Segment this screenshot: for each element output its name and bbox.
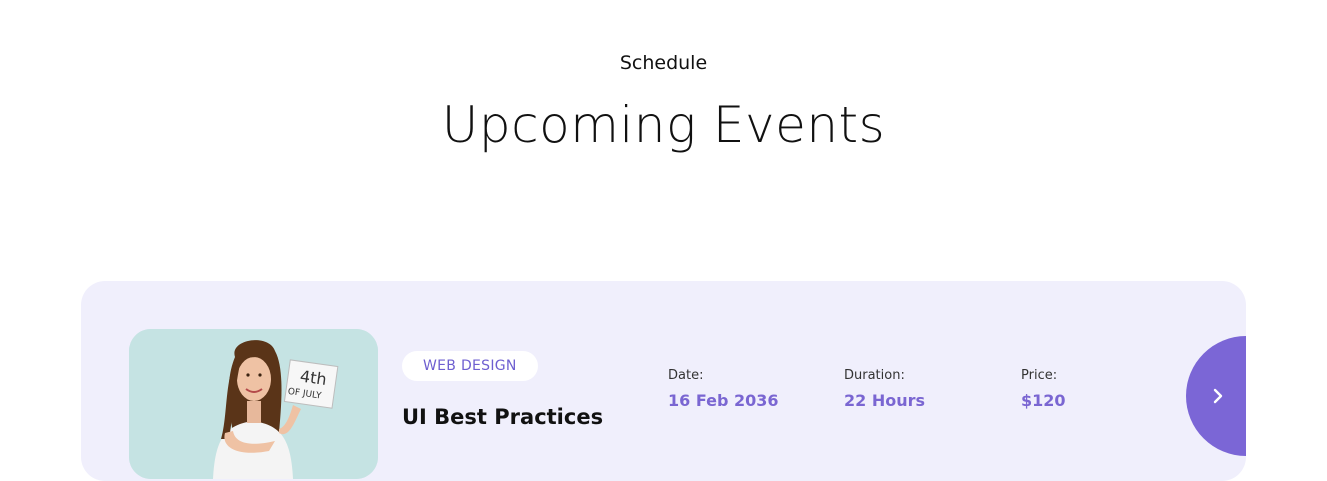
event-title[interactable]: UI Best Practices — [402, 405, 603, 429]
price-value: $120 — [1021, 391, 1066, 410]
event-photo: 4th OF JULY — [129, 329, 378, 479]
date-meta: Date: 16 Feb 2036 — [668, 368, 779, 410]
sign-text-4th: 4th — [299, 366, 328, 389]
duration-meta: Duration: 22 Hours — [844, 368, 925, 410]
category-tag[interactable]: WEB DESIGN — [402, 351, 538, 381]
event-card[interactable]: 4th OF JULY WEB DESIGN UI Best Practices… — [81, 281, 1246, 481]
price-meta: Price: $120 — [1021, 368, 1066, 410]
duration-value: 22 Hours — [844, 391, 926, 410]
duration-label: Duration: — [844, 368, 905, 383]
date-value: 16 Feb 2036 — [668, 391, 779, 410]
event-photo-illustration: 4th OF JULY — [129, 329, 378, 479]
section-title: Upcoming Events — [441, 96, 886, 154]
event-next-button[interactable] — [1186, 336, 1246, 456]
price-label: Price: — [1021, 368, 1058, 383]
chevron-right-icon — [1213, 388, 1223, 404]
schedule-eyebrow: Schedule — [619, 52, 708, 74]
date-label: Date: — [668, 368, 704, 383]
